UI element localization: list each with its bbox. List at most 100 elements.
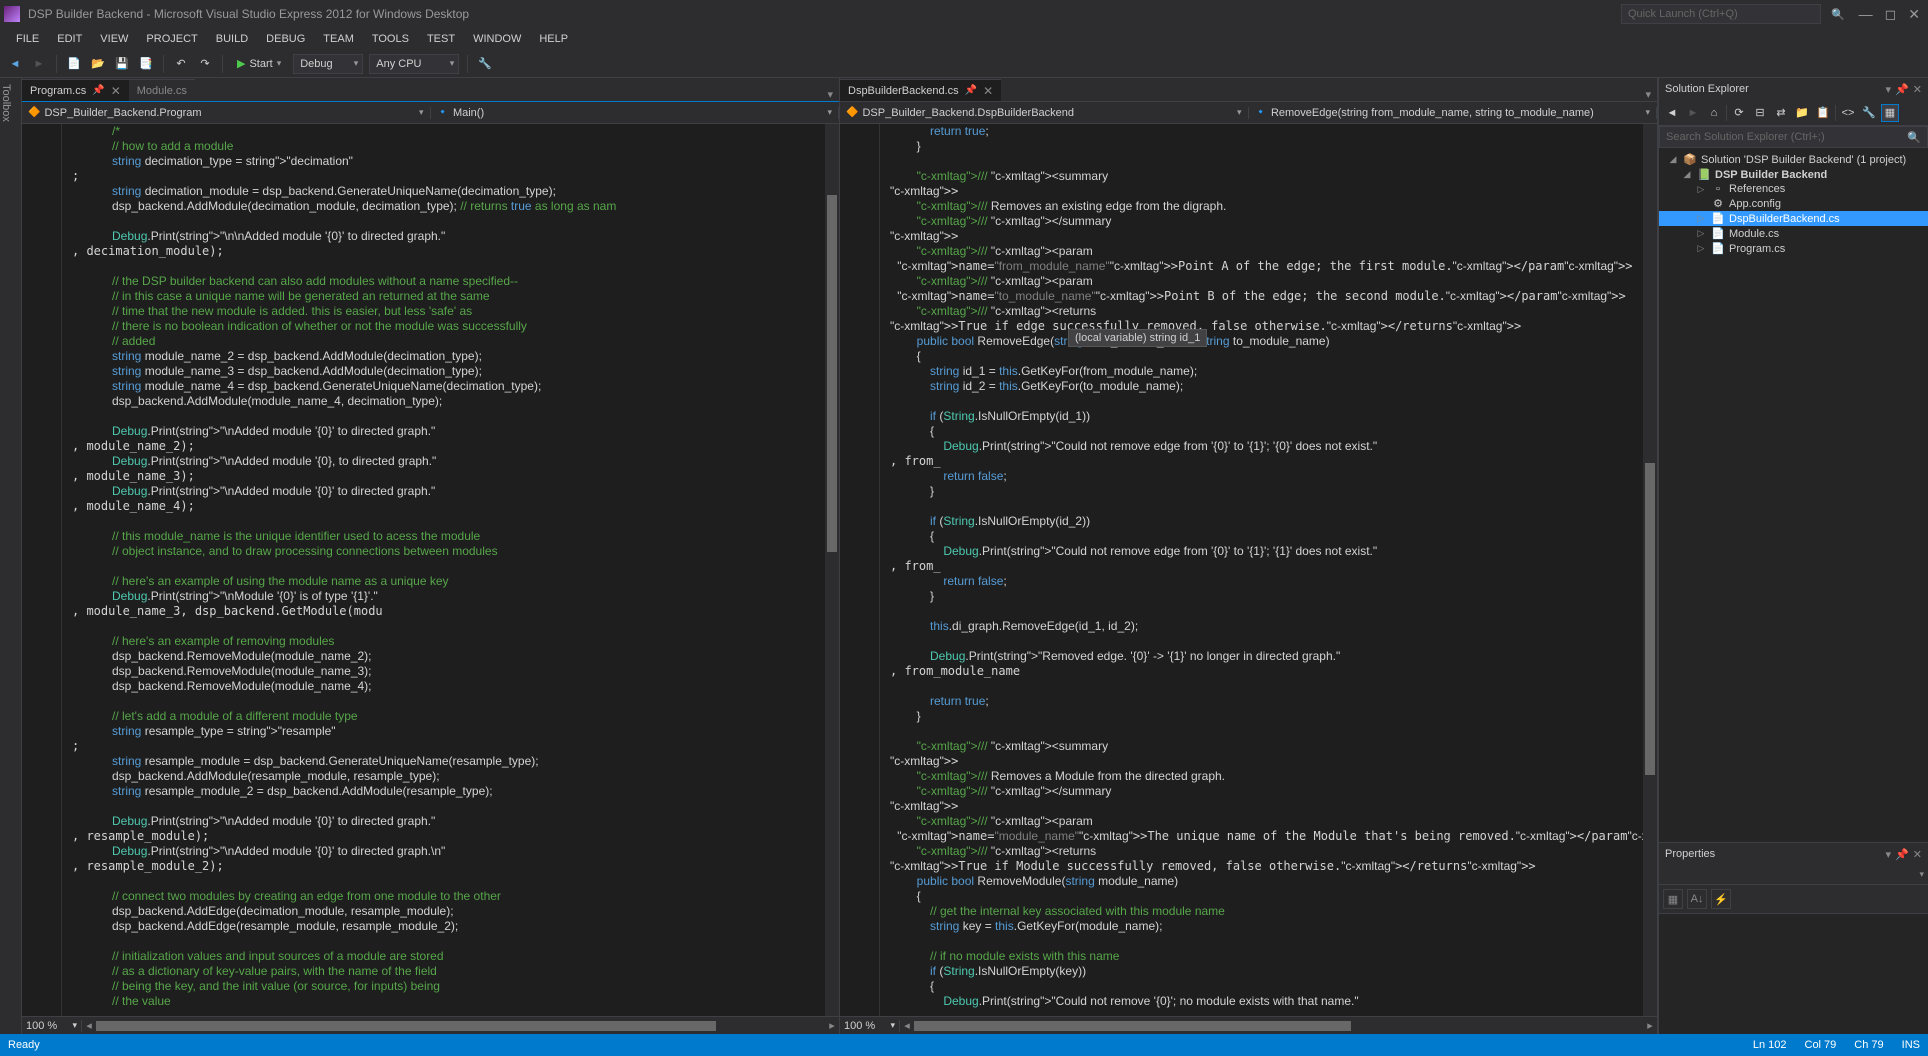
categorized-icon[interactable]: ▦ (1663, 889, 1683, 909)
menu-tools[interactable]: TOOLS (364, 31, 417, 47)
csfile-icon: 📄 (1711, 212, 1725, 225)
tree-node[interactable]: ◢📦Solution 'DSP Builder Backend' (1 proj… (1659, 152, 1928, 167)
menu-project[interactable]: PROJECT (138, 31, 205, 47)
auto-hide-icon[interactable]: 📌 (1895, 83, 1909, 96)
tree-label: App.config (1729, 198, 1781, 210)
home-icon[interactable]: ⌂ (1705, 104, 1723, 122)
search-icon[interactable]: 🔍 (1831, 8, 1845, 21)
intellisense-tooltip: (local variable) string id_1 (1068, 329, 1207, 347)
back-icon[interactable]: ◄ (6, 55, 24, 73)
menu-test[interactable]: TEST (419, 31, 463, 47)
menu-build[interactable]: BUILD (208, 31, 256, 47)
menu-help[interactable]: HELP (531, 31, 576, 47)
show-all-icon[interactable]: 📁 (1793, 104, 1811, 122)
minimize-icon[interactable]: — (1859, 6, 1873, 23)
open-icon[interactable]: 📂 (89, 55, 107, 73)
title-bar: DSP Builder Backend - Microsoft Visual S… (0, 0, 1928, 28)
quick-launch-input[interactable]: Quick Launch (Ctrl+Q) (1621, 4, 1821, 24)
code-editor-left[interactable]: ▬ ⬍ ▴ /* // how to add a module string d… (22, 124, 839, 1016)
tab-dspbuilder-cs[interactable]: DspBuilderBackend.cs 📌 ✕ (840, 79, 1001, 101)
forward-icon[interactable]: ► (30, 55, 48, 73)
tab-module-cs[interactable]: Module.cs (129, 79, 195, 101)
preview-icon[interactable]: ▦ (1881, 104, 1899, 122)
zoom-dropdown[interactable]: 100 %▾ (840, 1020, 900, 1032)
code-editor-right[interactable]: ▬ ⬍ ▴ return true; } "c-xmltag">/// "c-x… (840, 124, 1657, 1016)
class-icon: 🔶 (846, 107, 858, 118)
config-dropdown[interactable]: Debug (293, 54, 363, 74)
menu-debug[interactable]: DEBUG (258, 31, 313, 47)
tree-node[interactable]: ◢📗DSP Builder Backend (1659, 167, 1928, 182)
tree-arrow-icon[interactable]: ▷ (1695, 213, 1707, 224)
tab-overflow-icon[interactable]: ▾ (1639, 88, 1657, 101)
solution-search-input[interactable]: Search Solution Explorer (Ctrl+;) 🔍 (1659, 126, 1928, 148)
zoom-dropdown[interactable]: 100 %▾ (22, 1020, 82, 1032)
window-position-icon[interactable]: ▾ (1886, 848, 1892, 861)
scroll-left-icon[interactable]: ◂ (900, 1019, 914, 1032)
nav-method-dropdown[interactable]: 🔹 RemoveEdge(string from_module_name, st… (1249, 107, 1658, 119)
scroll-left-icon[interactable]: ◂ (82, 1019, 96, 1032)
save-all-icon[interactable]: 📑 (137, 55, 155, 73)
view-class-icon[interactable]: 🔧 (1860, 104, 1878, 122)
start-debug-button[interactable]: ▶ Start ▾ (231, 55, 287, 72)
platform-dropdown[interactable]: Any CPU (369, 54, 459, 74)
property-pages-icon[interactable]: ⚡ (1711, 889, 1731, 909)
sync-icon[interactable]: ⇄ (1772, 104, 1790, 122)
nav-class-dropdown[interactable]: 🔶 DSP_Builder_Backend.Program (22, 107, 431, 119)
scroll-right-icon[interactable]: ▸ (825, 1019, 839, 1032)
menu-edit[interactable]: EDIT (49, 31, 90, 47)
toolbox-sidebar[interactable]: Toolbox (0, 78, 22, 1034)
tab-program-cs[interactable]: Program.cs 📌 ✕ (22, 79, 129, 101)
fwd-icon[interactable]: ► (1684, 104, 1702, 122)
horizontal-scrollbar[interactable] (96, 1019, 825, 1033)
tree-node[interactable]: ▷📄Module.cs (1659, 226, 1928, 241)
vertical-scrollbar[interactable] (1643, 124, 1657, 1016)
nav-method-dropdown[interactable]: 🔹 Main() (431, 107, 840, 119)
alphabetical-icon[interactable]: A↓ (1687, 889, 1707, 909)
auto-hide-icon[interactable]: 📌 (1895, 848, 1909, 861)
menu-team[interactable]: TEAM (315, 31, 362, 47)
tree-node[interactable]: ⚙App.config (1659, 196, 1928, 211)
tree-arrow-icon[interactable]: ▷ (1695, 184, 1707, 195)
refresh-icon[interactable]: ⟳ (1730, 104, 1748, 122)
menu-window[interactable]: WINDOW (465, 31, 529, 47)
find-icon[interactable]: 🔧 (476, 55, 494, 73)
tab-overflow-icon[interactable]: ▾ (821, 88, 839, 101)
close-tab-icon[interactable]: ✕ (111, 84, 121, 98)
tree-arrow-icon[interactable]: ▷ (1695, 243, 1707, 254)
horizontal-scrollbar[interactable] (914, 1019, 1643, 1033)
tree-arrow-icon[interactable]: ◢ (1667, 154, 1679, 165)
view-code-icon[interactable]: <> (1839, 104, 1857, 122)
undo-icon[interactable]: ↶ (172, 55, 190, 73)
class-icon: 🔶 (28, 107, 40, 118)
tree-arrow-icon[interactable]: ◢ (1681, 169, 1693, 180)
solution-explorer-toolbar: ◄ ► ⌂ ⟳ ⊟ ⇄ 📁 📋 <> 🔧 ▦ (1659, 100, 1928, 126)
vertical-scrollbar[interactable] (825, 124, 839, 1016)
close-icon[interactable]: ✕ (1908, 6, 1920, 23)
tree-node[interactable]: ▷📄Program.cs (1659, 241, 1928, 256)
menu-view[interactable]: VIEW (92, 31, 136, 47)
close-panel-icon[interactable]: ✕ (1913, 848, 1922, 861)
tree-node[interactable]: ▷▫References (1659, 182, 1928, 196)
nav-bar-right: 🔶 DSP_Builder_Backend.DspBuilderBackend … (840, 102, 1657, 124)
tree-node[interactable]: ▷📄DspBuilderBackend.cs (1659, 211, 1928, 226)
save-icon[interactable]: 💾 (113, 55, 131, 73)
dropdown-icon[interactable]: ▾ (1919, 869, 1924, 880)
close-tab-icon[interactable]: ✕ (983, 84, 993, 98)
pin-icon[interactable]: 📌 (965, 85, 977, 96)
back-icon[interactable]: ◄ (1663, 104, 1681, 122)
status-ins: INS (1902, 1039, 1920, 1051)
status-col: Col 79 (1805, 1039, 1837, 1051)
tree-arrow-icon[interactable]: ▷ (1695, 228, 1707, 239)
solution-tree[interactable]: ◢📦Solution 'DSP Builder Backend' (1 proj… (1659, 148, 1928, 842)
maximize-icon[interactable]: ◻ (1885, 6, 1897, 23)
properties-icon[interactable]: 📋 (1814, 104, 1832, 122)
window-position-icon[interactable]: ▾ (1886, 83, 1892, 96)
scroll-right-icon[interactable]: ▸ (1643, 1019, 1657, 1032)
collapse-icon[interactable]: ⊟ (1751, 104, 1769, 122)
menu-file[interactable]: FILE (8, 31, 47, 47)
nav-class-dropdown[interactable]: 🔶 DSP_Builder_Backend.DspBuilderBackend (840, 107, 1249, 119)
close-panel-icon[interactable]: ✕ (1913, 83, 1922, 96)
pin-icon[interactable]: 📌 (92, 85, 104, 96)
new-project-icon[interactable]: 📄 (65, 55, 83, 73)
redo-icon[interactable]: ↷ (196, 55, 214, 73)
